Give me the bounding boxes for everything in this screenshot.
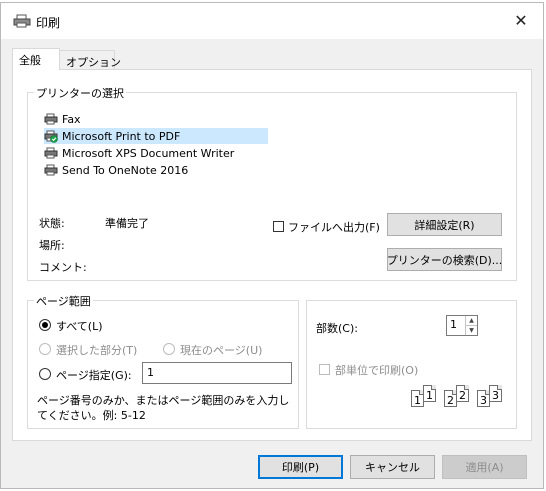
page-range-pages-input[interactable]: 1 bbox=[142, 362, 292, 384]
printer-item-microsoft-xps-document-writer[interactable]: Microsoft XPS Document Writer bbox=[44, 145, 234, 161]
page-range-all-label: すべて(L) bbox=[56, 320, 103, 333]
printer-icon bbox=[44, 164, 58, 176]
tab-options-label: オプション bbox=[66, 56, 121, 69]
print-button-label: 印刷(P) bbox=[281, 461, 320, 474]
status-value: 準備完了 bbox=[105, 217, 149, 230]
spin-down-icon[interactable]: ▼ bbox=[466, 326, 477, 336]
comment-label: コメント: bbox=[39, 261, 87, 274]
collate-illustration: 1 1 2 2 3 3 bbox=[402, 382, 502, 422]
printer-icon bbox=[44, 147, 58, 159]
copies-spinner[interactable]: 1 ▲ ▼ bbox=[446, 315, 478, 336]
copies-spinner-buttons: ▲ ▼ bbox=[465, 316, 477, 335]
cancel-button-label: キャンセル bbox=[365, 461, 420, 474]
collate-page-icon: 1 bbox=[423, 385, 436, 402]
page-range-selection-radio[interactable] bbox=[39, 343, 51, 355]
preferences-button-label: 詳細設定(R) bbox=[414, 218, 475, 232]
page-range-current-page-label: 現在のページ(U) bbox=[180, 344, 263, 357]
printer-item-label: Send To OneNote 2016 bbox=[62, 163, 189, 177]
page-range-label: ページ範囲 bbox=[34, 293, 93, 309]
fax-icon bbox=[44, 113, 58, 125]
printer-item-send-to-onenote-2016[interactable]: Send To OneNote 2016 bbox=[44, 162, 188, 178]
find-printer-button[interactable]: プリンターの検索(D)... bbox=[387, 248, 502, 271]
spin-up-icon[interactable]: ▲ bbox=[466, 316, 477, 326]
tab-general-label: 全般 bbox=[19, 54, 41, 67]
page-range-all-radio[interactable] bbox=[39, 319, 51, 331]
print-dialog: 印刷 ✕ 全般 オプション プリンターの選択 Fax Microsoft Pri… bbox=[0, 2, 544, 489]
collate-page-icon: 3 bbox=[489, 385, 502, 402]
default-printer-icon bbox=[44, 130, 58, 143]
cancel-button[interactable]: キャンセル bbox=[350, 455, 435, 479]
printer-item-label: Microsoft XPS Document Writer bbox=[62, 146, 235, 160]
window-title: 印刷 bbox=[36, 16, 61, 30]
location-label: 場所: bbox=[39, 239, 65, 252]
title-bar: 印刷 ✕ bbox=[1, 3, 543, 39]
close-icon: ✕ bbox=[514, 10, 528, 30]
print-button[interactable]: 印刷(P) bbox=[258, 455, 343, 479]
page-range-pages-radio[interactable] bbox=[39, 368, 51, 380]
page-range-current-page-radio[interactable] bbox=[163, 343, 175, 355]
find-printer-button-label: プリンターの検索(D)... bbox=[386, 253, 503, 267]
print-to-file-checkbox[interactable] bbox=[273, 221, 284, 232]
page-range-pages-label: ページ指定(G): bbox=[56, 369, 132, 382]
printer-item-label: Microsoft Print to PDF bbox=[62, 129, 181, 143]
collate-label: 部単位で印刷(O) bbox=[335, 364, 419, 377]
printer-selection-label: プリンターの選択 bbox=[34, 85, 126, 101]
copies-group: 部数(C): 1 ▲ ▼ 部単位で印刷(O) 1 1 2 2 3 3 bbox=[306, 300, 517, 429]
print-to-file-label: ファイルへ出力(F) bbox=[288, 221, 380, 234]
status-label: 状態: bbox=[39, 217, 65, 230]
printer-item-microsoft-print-to-pdf[interactable]: Microsoft Print to PDF bbox=[44, 128, 268, 144]
copies-label: 部数(C): bbox=[316, 322, 358, 335]
collate-page-icon: 2 bbox=[456, 385, 469, 402]
preferences-button[interactable]: 詳細設定(R) bbox=[387, 213, 502, 236]
tab-options[interactable]: オプション bbox=[59, 50, 121, 70]
copies-value: 1 bbox=[450, 318, 457, 331]
page-range-pages-value: 1 bbox=[147, 366, 154, 379]
printer-selection-group: プリンターの選択 Fax Microsoft Print to PDF Micr… bbox=[27, 85, 517, 281]
printer-app-icon bbox=[13, 14, 31, 28]
close-button[interactable]: ✕ bbox=[499, 3, 543, 37]
printer-item-label: Fax bbox=[62, 112, 81, 126]
page-range-selection-label: 選択した部分(T) bbox=[56, 344, 138, 357]
page-range-group: ページ範囲 すべて(L) 選択した部分(T) 現在のページ(U) ページ指定(G… bbox=[27, 293, 299, 429]
collate-checkbox[interactable] bbox=[319, 364, 330, 375]
printer-item-fax[interactable]: Fax bbox=[44, 111, 81, 127]
tab-general[interactable]: 全般 bbox=[12, 48, 60, 70]
page-range-hint: ページ番号のみか、またはページ範囲のみを入力してください。例: 5-12 bbox=[37, 394, 290, 422]
general-tab-panel: プリンターの選択 Fax Microsoft Print to PDF Micr… bbox=[12, 69, 532, 441]
apply-button-label: 適用(A) bbox=[465, 461, 504, 474]
apply-button[interactable]: 適用(A) bbox=[442, 455, 527, 479]
